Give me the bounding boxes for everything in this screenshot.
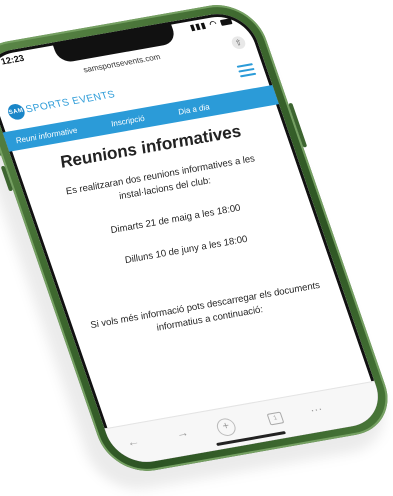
back-arrow-icon[interactable]: ← bbox=[122, 433, 144, 450]
battery-icon bbox=[219, 18, 233, 26]
logo-text: SPORTS EVENTS bbox=[24, 89, 117, 116]
more-options-icon[interactable]: ··· bbox=[305, 401, 327, 418]
tabs-icon[interactable]: 1 bbox=[266, 411, 285, 426]
nav-item-dia-a-dia[interactable]: Dia a dia bbox=[175, 98, 213, 123]
more-info-text: Si vols més informació pots descarregar … bbox=[88, 280, 322, 334]
wifi-icon: ◠ bbox=[208, 18, 219, 29]
main-content: Reunions informatives Es realitzaran dos… bbox=[30, 117, 335, 364]
forward-arrow-icon[interactable]: → bbox=[171, 425, 193, 442]
status-time: 12:23 bbox=[0, 52, 26, 67]
phone-frame: 12:23 ▮▮▮ ◠ samsportsevents.com ⇧ SAMSPO… bbox=[0, 0, 393, 478]
volume-up-button bbox=[0, 131, 2, 157]
new-tab-icon[interactable]: + bbox=[214, 417, 239, 438]
signal-icon: ▮▮▮ bbox=[188, 20, 208, 33]
phone-screen: 12:23 ▮▮▮ ◠ samsportsevents.com ⇧ SAMSPO… bbox=[0, 8, 388, 468]
hamburger-menu-icon[interactable] bbox=[236, 63, 257, 78]
nav-item-inscripcio[interactable]: Inscripció bbox=[108, 109, 148, 134]
